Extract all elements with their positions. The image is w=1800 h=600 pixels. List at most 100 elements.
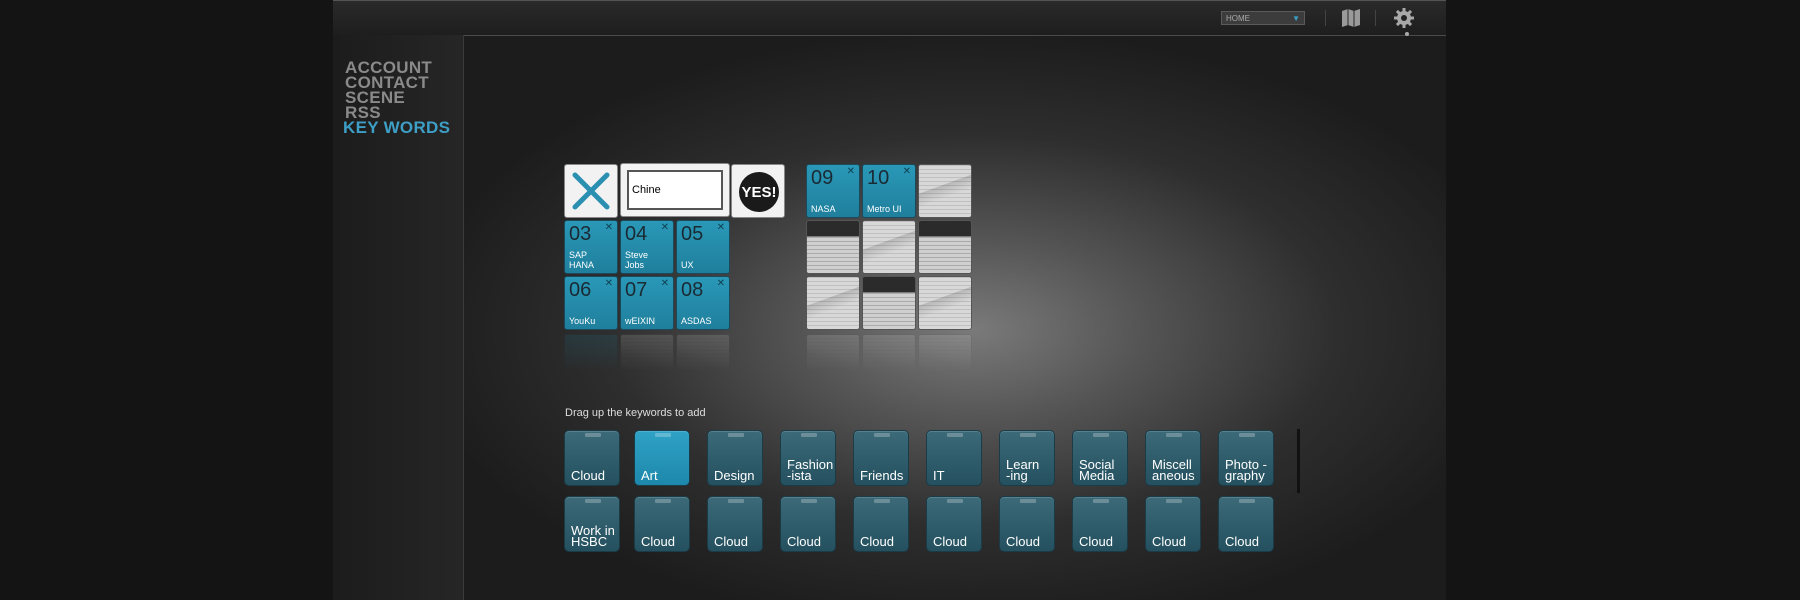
keyword-input[interactable] [627,170,723,210]
close-icon[interactable]: ✕ [661,222,669,233]
keyword-tile[interactable]: 03 ✕ SAP HANA [564,220,618,274]
chip-tab [585,433,601,437]
reflection-tile [564,334,618,388]
keyword-chip[interactable]: Cloud [1218,496,1274,552]
keyword-chip[interactable]: Cloud [780,496,836,552]
tile-number: 05 [681,223,704,245]
thumbnail-tile[interactable] [806,276,860,330]
chip-label: IT [933,468,945,483]
reflection-tile [862,334,916,388]
chip-tab [874,499,890,503]
chip-tab [1020,433,1036,437]
close-icon [572,172,610,210]
chip-tab [801,433,817,437]
thumbnail-tile[interactable] [918,276,972,330]
chip-label: Fashion -ista [787,457,834,483]
keyword-tile[interactable]: 07 ✕ wEIXIN [620,276,674,330]
tile-number: 08 [681,279,704,301]
keyword-chip[interactable]: IT [926,430,982,486]
keyword-chip[interactable]: Learn -ing [999,430,1055,486]
keyword-chip[interactable]: Cloud [1072,496,1128,552]
chip-label: Miscell aneous [1152,457,1195,483]
keyword-chip[interactable]: Cloud [634,496,690,552]
chip-label: Cloud [860,534,894,549]
yes-label: YES! [739,172,779,212]
drag-hint: Drag up the keywords to add [565,407,706,419]
tile-number: 10 [867,167,890,189]
tile-label: NASA [811,204,836,214]
reflection [806,332,974,388]
cancel-button[interactable] [564,164,618,218]
close-icon[interactable]: ✕ [903,166,911,177]
keyword-tile[interactable]: 10 ✕ Metro UI [862,164,916,218]
thumbnail-tile[interactable] [806,220,860,274]
keyword-chip[interactable]: Cloud [926,496,982,552]
reflection [564,332,732,388]
content-area: YES! 03 ✕ SAP HANA 04 ✕ Steve Jobs 05 ✕ … [0,0,1800,600]
chip-label: Cloud [641,534,675,549]
thumbnail-tile[interactable] [862,276,916,330]
chip-tab [1166,499,1182,503]
keyword-chip[interactable]: Work in HSBC [564,496,620,552]
keyword-chip[interactable]: Cloud [564,430,620,486]
chip-tab [947,499,963,503]
chip-tab [1239,433,1255,437]
scrollbar[interactable] [1297,429,1300,493]
chip-tab [1093,433,1109,437]
close-icon[interactable]: ✕ [605,278,613,289]
chip-tab [728,499,744,503]
tile-label: SAP HANA [569,250,595,270]
chip-tab [1166,433,1182,437]
close-icon[interactable]: ✕ [847,166,855,177]
keyword-chip[interactable]: Cloud [1145,496,1201,552]
keyword-chip[interactable]: Fashion -ista [780,430,836,486]
thumbnail-tile[interactable] [918,220,972,274]
keyword-chip[interactable]: Art [634,430,690,486]
chip-label: Cloud [1079,534,1113,549]
close-icon[interactable]: ✕ [661,278,669,289]
chip-label: Art [641,468,658,483]
chip-tab [655,433,671,437]
chip-label: Learn -ing [1006,457,1040,483]
keyword-tile[interactable]: 06 ✕ YouKu [564,276,618,330]
chip-label: Cloud [1006,534,1040,549]
tile-number: 06 [569,279,592,301]
keyword-chip[interactable]: Cloud [853,496,909,552]
keyword-chip[interactable]: Social Media [1072,430,1128,486]
yes-button[interactable]: YES! [731,164,785,218]
chip-tab [728,433,744,437]
thumbnail-tile[interactable] [862,220,916,274]
tile-label: UX [681,260,694,270]
chip-label: Cloud [714,534,748,549]
close-icon[interactable]: ✕ [717,222,725,233]
keyword-tile[interactable]: 08 ✕ ASDAS [676,276,730,330]
keyword-input-box [620,163,730,217]
reflection-tile [620,334,674,388]
keyword-chip[interactable]: Cloud [999,496,1055,552]
keyword-chip[interactable]: Miscell aneous [1145,430,1201,486]
keyword-chip[interactable]: Photo -graphy [1218,430,1274,486]
chip-tab [1020,499,1036,503]
tile-number: 07 [625,279,648,301]
chip-tab [947,433,963,437]
keyword-tile[interactable]: 09 ✕ NASA [806,164,860,218]
close-icon[interactable]: ✕ [605,222,613,233]
reflection-tile [806,334,860,388]
keyword-chip[interactable]: Cloud [707,496,763,552]
chip-label: Cloud [1152,534,1186,549]
keyword-tile[interactable]: 05 ✕ UX [676,220,730,274]
close-icon[interactable]: ✕ [717,278,725,289]
keyword-chip[interactable]: Friends [853,430,909,486]
chip-tab [801,499,817,503]
chip-label: Photo -graphy [1225,457,1267,483]
chip-label: Friends [860,468,904,483]
chip-label: Cloud [1225,534,1259,549]
thumbnail-tile[interactable] [918,164,972,218]
keyword-tile[interactable]: 04 ✕ Steve Jobs [620,220,674,274]
chip-tab [874,433,890,437]
tile-number: 03 [569,223,592,245]
chip-label: Social Media [1079,457,1115,483]
chip-label: Cloud [571,468,605,483]
tile-label: wEIXIN [625,316,656,326]
keyword-chip[interactable]: Design [707,430,763,486]
